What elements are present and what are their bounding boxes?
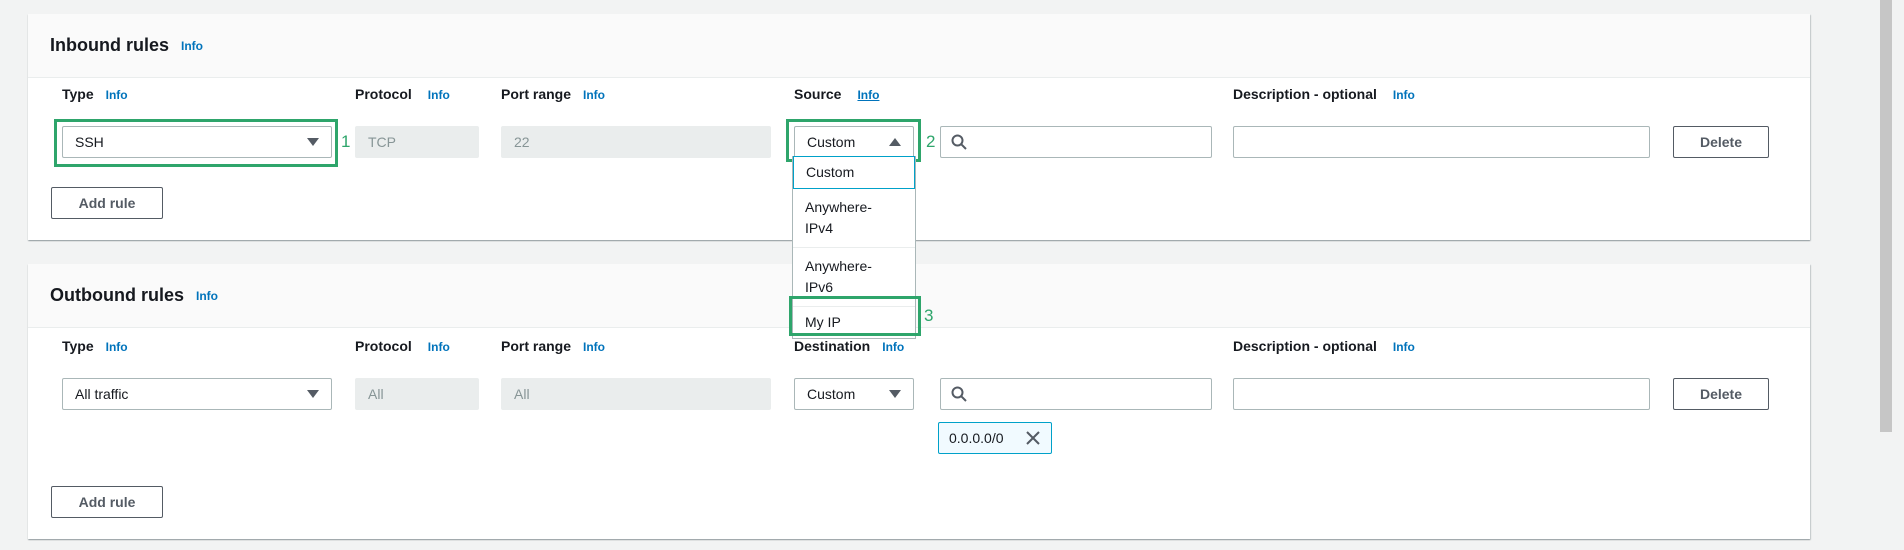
outbound-rules-header: Outbound rules Info bbox=[28, 264, 1810, 328]
annotation-number-3: 3 bbox=[924, 306, 934, 325]
description-label-text: Description - optional bbox=[1233, 338, 1377, 354]
caret-down-icon bbox=[307, 138, 319, 146]
inbound-type-value: SSH bbox=[75, 134, 104, 150]
inbound-source-select[interactable]: Custom bbox=[794, 126, 914, 158]
outbound-add-rule-button[interactable]: Add rule bbox=[51, 486, 163, 518]
inbound-port-range-label: Port range Info bbox=[501, 86, 605, 102]
inbound-rules-title: Inbound rules bbox=[50, 35, 169, 55]
inbound-rules-info-link[interactable]: Info bbox=[181, 39, 203, 53]
inbound-source-search-input[interactable] bbox=[940, 126, 1212, 158]
outbound-rules-info-link[interactable]: Info bbox=[196, 289, 218, 303]
outbound-type-select[interactable]: All traffic bbox=[62, 378, 332, 410]
outbound-port-range-label: Port range Info bbox=[501, 338, 605, 354]
search-icon bbox=[951, 134, 967, 150]
description-label-text: Description - optional bbox=[1233, 86, 1377, 102]
outbound-destination-search-input[interactable] bbox=[940, 378, 1212, 410]
inbound-source-value: Custom bbox=[807, 134, 856, 150]
inbound-port-range-field: 22 bbox=[501, 126, 771, 158]
outbound-protocol-field: All bbox=[355, 378, 479, 410]
source-dropdown-list: Custom Anywhere- IPv4 Anywhere- IPv6 My IP bbox=[792, 156, 916, 339]
type-label-text: Type bbox=[62, 86, 94, 102]
source-option-custom[interactable]: Custom bbox=[793, 156, 915, 189]
caret-up-icon bbox=[889, 138, 901, 146]
port-range-label-text: Port range bbox=[501, 338, 572, 354]
source-label-text: Source bbox=[794, 86, 842, 102]
outbound-delete-button[interactable]: Delete bbox=[1673, 378, 1769, 410]
outbound-type-label: Type Info bbox=[62, 338, 128, 354]
outbound-destination-select[interactable]: Custom bbox=[794, 378, 914, 410]
caret-down-icon bbox=[889, 390, 901, 398]
outbound-description-label: Description - optional Info bbox=[1233, 338, 1415, 354]
close-icon[interactable] bbox=[1025, 430, 1041, 446]
outbound-destination-value: Custom bbox=[807, 386, 856, 402]
outbound-description-input[interactable] bbox=[1233, 378, 1650, 410]
inbound-delete-button[interactable]: Delete bbox=[1673, 126, 1769, 158]
inbound-protocol-field: TCP bbox=[355, 126, 479, 158]
type-info-link[interactable]: Info bbox=[106, 340, 128, 354]
search-icon bbox=[951, 386, 967, 402]
source-option-anywhere-ipv6[interactable]: Anywhere- IPv6 bbox=[793, 248, 915, 307]
inbound-add-rule-button[interactable]: Add rule bbox=[51, 187, 163, 219]
protocol-info-link[interactable]: Info bbox=[428, 88, 450, 102]
inbound-description-input[interactable] bbox=[1233, 126, 1650, 158]
annotation-number-1: 1 bbox=[341, 132, 351, 151]
cidr-token-label: 0.0.0.0/0 bbox=[949, 430, 1004, 446]
type-info-link[interactable]: Info bbox=[106, 88, 128, 102]
port-range-label-text: Port range bbox=[501, 86, 572, 102]
caret-down-icon bbox=[307, 390, 319, 398]
protocol-label-text: Protocol bbox=[355, 338, 412, 354]
port-range-info-link[interactable]: Info bbox=[583, 340, 605, 354]
page: Inbound rules Info Type Info Protocol In… bbox=[0, 0, 1904, 550]
scrollbar-thumb[interactable] bbox=[1880, 0, 1892, 432]
inbound-type-select[interactable]: SSH bbox=[62, 126, 332, 158]
inbound-rules-header: Inbound rules Info bbox=[28, 14, 1810, 78]
description-info-link[interactable]: Info bbox=[1393, 340, 1415, 354]
outbound-destination-label: Destination Info bbox=[794, 338, 904, 354]
outbound-protocol-label: Protocol Info bbox=[355, 338, 450, 354]
destination-label-text: Destination bbox=[794, 338, 871, 354]
protocol-info-link[interactable]: Info bbox=[428, 340, 450, 354]
inbound-type-label: Type Info bbox=[62, 86, 128, 102]
source-info-link[interactable]: Info bbox=[857, 88, 879, 102]
type-label-text: Type bbox=[62, 338, 94, 354]
source-option-anywhere-ipv4[interactable]: Anywhere- IPv4 bbox=[793, 189, 915, 248]
outbound-type-value: All traffic bbox=[75, 386, 129, 402]
port-range-info-link[interactable]: Info bbox=[583, 88, 605, 102]
source-option-my-ip[interactable]: My IP bbox=[793, 307, 915, 338]
outbound-port-range-field: All bbox=[501, 378, 771, 410]
annotation-number-2: 2 bbox=[926, 132, 936, 151]
cidr-token: 0.0.0.0/0 bbox=[938, 422, 1052, 454]
description-info-link[interactable]: Info bbox=[1393, 88, 1415, 102]
inbound-protocol-label: Protocol Info bbox=[355, 86, 450, 102]
protocol-label-text: Protocol bbox=[355, 86, 412, 102]
inbound-description-label: Description - optional Info bbox=[1233, 86, 1415, 102]
destination-info-link[interactable]: Info bbox=[882, 340, 904, 354]
outbound-rules-title: Outbound rules bbox=[50, 285, 184, 305]
inbound-source-label: Source Info bbox=[794, 86, 879, 102]
